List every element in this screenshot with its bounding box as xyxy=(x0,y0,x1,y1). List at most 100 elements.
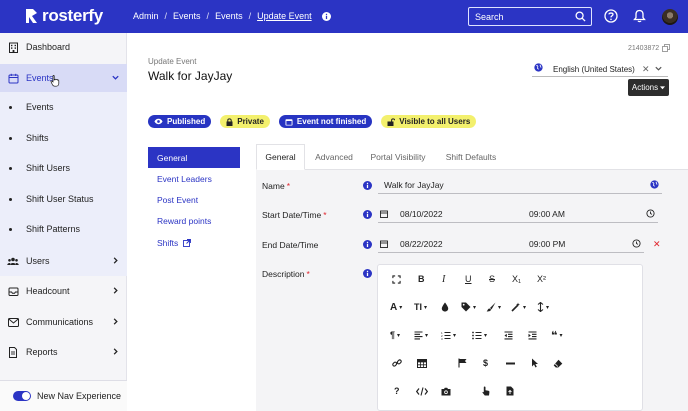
subnav-post-event[interactable]: Post Event xyxy=(148,189,240,210)
font-size-icon[interactable]: TI ▾ xyxy=(414,301,427,313)
fullscreen-icon[interactable] xyxy=(392,273,401,285)
calendar-icon[interactable] xyxy=(380,240,388,248)
status-badge-visible: Visible to all Users xyxy=(381,115,477,128)
sidebar-subitem-shifts[interactable]: Shifts xyxy=(0,124,127,152)
badge-label: Visible to all Users xyxy=(399,117,471,126)
superscript-icon[interactable]: X² xyxy=(537,273,546,285)
italic-icon[interactable]: I xyxy=(442,273,445,285)
hand-pointer-icon[interactable] xyxy=(482,385,490,397)
globe-icon[interactable] xyxy=(650,180,659,189)
breadcrumb-separator: / xyxy=(248,11,252,21)
sidebar-item-label: Headcount xyxy=(26,286,70,296)
flag-icon[interactable] xyxy=(458,357,467,369)
brand-logo[interactable]: rosterfy xyxy=(25,6,103,26)
sidebar-item-reports[interactable]: Reports xyxy=(0,338,127,366)
breadcrumb-events-list[interactable]: Events xyxy=(215,11,243,21)
strikethrough-icon[interactable]: S xyxy=(489,273,495,285)
chevron-down-icon[interactable] xyxy=(654,64,663,73)
unordered-list-icon[interactable]: ▾ xyxy=(472,329,487,341)
bell-icon[interactable] xyxy=(633,9,646,23)
badge-label: Published xyxy=(167,117,206,126)
paragraph-icon[interactable]: ¶ ▾ xyxy=(390,329,400,341)
clock-icon[interactable] xyxy=(632,239,641,248)
info-icon[interactable] xyxy=(321,11,331,21)
label-text: End Date/Time xyxy=(262,240,319,250)
help-icon[interactable] xyxy=(604,9,618,23)
help-question-icon[interactable]: ? xyxy=(394,385,400,397)
table-icon[interactable] xyxy=(417,357,427,369)
subitem-label: Shift Patterns xyxy=(26,224,81,234)
clock-icon[interactable] xyxy=(646,209,655,218)
color-drop-icon[interactable] xyxy=(441,301,449,313)
tab-shift-defaults[interactable]: Shift Defaults xyxy=(440,144,502,170)
actions-button[interactable]: Actions xyxy=(628,79,669,96)
info-icon[interactable] xyxy=(363,181,372,190)
indent-icon[interactable] xyxy=(528,329,537,341)
language-select[interactable]: English (United States) ✕ xyxy=(532,63,668,77)
breadcrumb-admin[interactable]: Admin xyxy=(133,11,159,21)
cursor-select-icon[interactable] xyxy=(531,357,539,369)
info-icon[interactable] xyxy=(363,269,372,278)
font-family-icon[interactable]: A ▾ xyxy=(390,301,402,313)
search-input[interactable] xyxy=(469,8,573,25)
end-datetime-field[interactable]: 08/22/2022 09:00 PM xyxy=(378,235,644,253)
tab-general[interactable]: General xyxy=(256,144,305,170)
copy-icon[interactable] xyxy=(662,44,671,52)
search-icon[interactable] xyxy=(575,11,586,22)
align-icon[interactable]: ▾ xyxy=(414,329,428,341)
toolbar-row: A ▾ TI ▾ ▾ ▾ ▾ ▾ xyxy=(378,297,644,317)
quote-icon[interactable]: ❝ ▾ xyxy=(551,329,562,342)
code-view-icon[interactable] xyxy=(416,385,428,397)
new-nav-toggle[interactable] xyxy=(13,391,31,401)
dollar-icon[interactable]: $ xyxy=(483,357,488,369)
subnav-label: Reward points xyxy=(157,215,212,226)
magic-wand-icon[interactable]: ▾ xyxy=(511,301,526,313)
subscript-icon[interactable]: X₁ xyxy=(512,273,521,285)
info-icon[interactable] xyxy=(363,240,372,249)
sidebar-item-communications[interactable]: Communications xyxy=(0,308,127,336)
tab-label: Advanced xyxy=(315,152,353,162)
globe-icon xyxy=(534,63,543,72)
name-field[interactable]: Walk for JayJay xyxy=(378,176,662,194)
line-height-icon[interactable]: ▾ xyxy=(537,301,549,313)
sidebar-subitem-shift-users[interactable]: Shift Users xyxy=(0,154,127,182)
envelope-icon xyxy=(7,316,19,328)
sidebar-item-users[interactable]: Users xyxy=(0,247,127,275)
breadcrumb-update-event[interactable]: Update Event xyxy=(257,11,312,21)
start-datetime-field[interactable]: 08/10/2022 09:00 AM xyxy=(378,205,658,223)
breadcrumb-events[interactable]: Events xyxy=(173,11,201,21)
file-upload-icon[interactable] xyxy=(506,385,514,397)
info-icon[interactable] xyxy=(363,210,372,219)
required-marker: * xyxy=(286,181,290,191)
page-subtitle: Update Event xyxy=(148,57,197,66)
subnav-reward-points[interactable]: Reward points xyxy=(148,210,240,231)
sidebar-subitem-events[interactable]: Events xyxy=(0,93,127,121)
underline-icon[interactable]: U xyxy=(465,273,472,285)
sidebar-item-headcount[interactable]: Headcount xyxy=(0,277,127,305)
subnav-event-leaders[interactable]: Event Leaders xyxy=(148,168,240,189)
eraser-icon[interactable] xyxy=(553,357,563,369)
horizontal-rule-icon[interactable] xyxy=(506,357,515,369)
clear-end-date-icon[interactable]: ✕ xyxy=(653,239,661,250)
sidebar-subitem-shift-patterns[interactable]: Shift Patterns xyxy=(0,215,127,243)
calendar-icon[interactable] xyxy=(380,210,388,218)
clear-language-icon[interactable]: ✕ xyxy=(642,64,650,75)
sidebar-subitem-shift-user-status[interactable]: Shift User Status xyxy=(0,185,127,213)
ordered-list-icon[interactable]: 1 2 3 ▾ xyxy=(441,329,456,341)
user-avatar[interactable] xyxy=(662,9,678,25)
description-editor[interactable]: B I U S X₁ X² A ▾ TI ▾ ▾ ▾ ▾ ▾ ¶ ▾ ▾ 1 2… xyxy=(377,264,643,411)
sidebar-item-events[interactable]: Events xyxy=(0,64,127,92)
subnav-general[interactable]: General xyxy=(148,147,240,168)
link-icon[interactable] xyxy=(392,357,402,369)
sidebar-item-dashboard[interactable]: Dashboard xyxy=(0,33,127,61)
tab-advanced[interactable]: Advanced xyxy=(311,144,357,170)
bold-icon[interactable]: B xyxy=(418,273,425,285)
brush-icon[interactable]: ▾ xyxy=(486,301,501,313)
subnav-shifts[interactable]: Shifts xyxy=(148,232,240,253)
tab-portal-visibility[interactable]: Portal Visibility xyxy=(364,144,432,170)
outdent-icon[interactable] xyxy=(504,329,513,341)
rosterfy-logo-icon xyxy=(25,8,38,24)
camera-icon[interactable] xyxy=(441,385,451,397)
tag-icon[interactable]: ▾ xyxy=(461,301,476,313)
sidebar-item-label: Users xyxy=(26,256,50,266)
